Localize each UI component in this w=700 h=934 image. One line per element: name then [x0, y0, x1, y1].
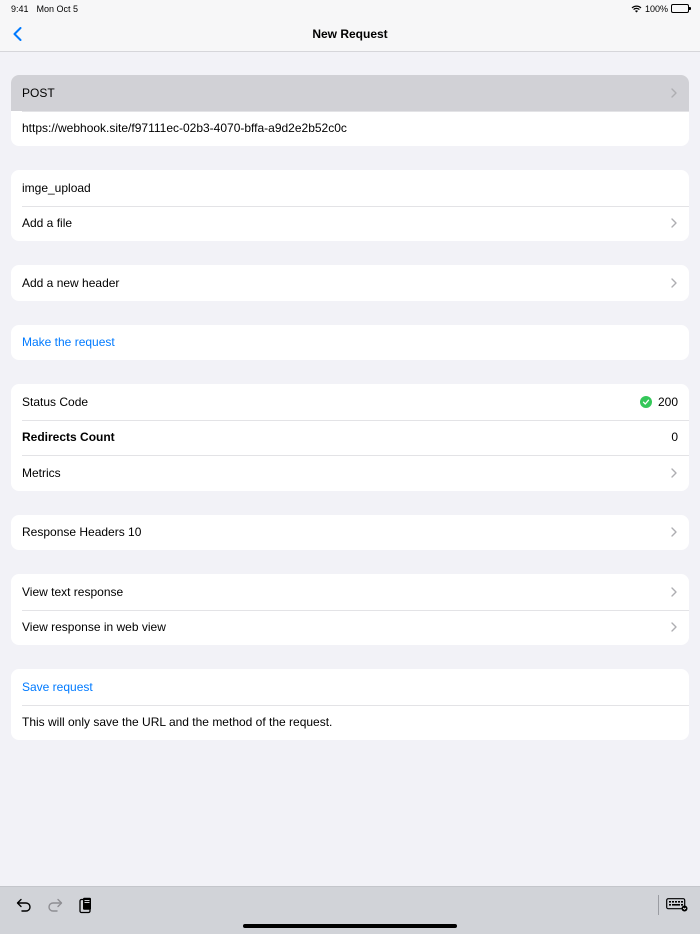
redirects-row: Redirects Count 0: [11, 419, 689, 456]
save-note: This will only save the URL and the meth…: [22, 715, 333, 730]
make-request-label: Make the request: [22, 335, 115, 350]
save-request-label: Save request: [22, 679, 93, 694]
chevron-right-icon: [671, 218, 677, 228]
save-note-row: This will only save the URL and the meth…: [11, 704, 689, 741]
save-request-button[interactable]: Save request: [11, 669, 689, 705]
navigation-bar: New Request: [0, 17, 700, 52]
add-file-label: Add a file: [22, 216, 73, 231]
request-group: POST https://webhook.site/f97111ec-02b3-…: [11, 75, 689, 146]
make-request-button[interactable]: Make the request: [11, 325, 689, 361]
chevron-left-icon: [13, 27, 21, 41]
chevron-right-icon: [671, 278, 677, 288]
undo-icon: [16, 898, 31, 912]
redirects-value: 0: [671, 430, 678, 445]
add-header-row[interactable]: Add a new header: [11, 265, 689, 301]
view-text-response-label: View text response: [22, 584, 124, 599]
response-headers-group: Response Headers 10: [11, 514, 689, 551]
response-headers-label: Response Headers 10: [22, 525, 142, 540]
keyboard-icon: [666, 898, 688, 912]
chevron-right-icon: [671, 587, 677, 597]
metrics-row[interactable]: Metrics: [11, 455, 689, 491]
chevron-right-icon: [671, 622, 677, 632]
status-right: 100%: [631, 3, 691, 14]
status-code-row: Status Code 200: [11, 384, 689, 420]
views-group: View text response View response in web …: [11, 574, 689, 645]
chevron-right-icon: [671, 527, 677, 537]
url-value: https://webhook.site/f97111ec-02b3-4070-…: [22, 121, 347, 136]
status-bar: 9:41 Mon Oct 5 100%: [0, 0, 700, 17]
save-group: Save request This will only save the URL…: [11, 669, 689, 740]
checkmark-circle-icon: [639, 395, 652, 408]
response-headers-row[interactable]: Response Headers 10: [11, 515, 689, 551]
status-code-label: Status Code: [22, 394, 89, 409]
add-header-label: Add a new header: [22, 275, 120, 290]
view-web-view-row[interactable]: View response in web view: [11, 609, 689, 646]
undo-button[interactable]: [14, 895, 34, 915]
home-indicator: [243, 924, 457, 928]
view-web-view-label: View response in web view: [22, 620, 166, 635]
redirects-label: Redirects Count: [22, 430, 115, 445]
redo-icon: [48, 898, 63, 912]
file-group: imge_upload Add a file: [11, 170, 689, 241]
page-title: New Request: [312, 27, 388, 41]
file-name-value: imge_upload: [22, 180, 91, 195]
form-content: POST https://webhook.site/f97111ec-02b3-…: [11, 75, 689, 764]
toolbar-separator: [658, 895, 659, 915]
battery-percent: 100%: [644, 3, 668, 14]
url-field[interactable]: https://webhook.site/f97111ec-02b3-4070-…: [11, 110, 689, 147]
battery-icon: [671, 4, 691, 13]
file-name-field[interactable]: imge_upload: [11, 170, 689, 206]
chevron-right-icon: [671, 88, 677, 98]
add-file-row[interactable]: Add a file: [11, 205, 689, 242]
redo-button[interactable]: [45, 895, 65, 915]
hide-keyboard-button[interactable]: [665, 895, 689, 915]
metrics-label: Metrics: [22, 465, 61, 480]
clipboard-icon: [79, 897, 91, 913]
view-text-response-row[interactable]: View text response: [11, 574, 689, 610]
wifi-icon: [631, 5, 642, 12]
status-time: 9:41: [11, 3, 29, 14]
chevron-right-icon: [671, 468, 677, 478]
paste-button[interactable]: [76, 895, 96, 915]
status-code-value: 200: [657, 394, 678, 409]
result-group: Status Code 200 Redirects Count 0 Metric…: [11, 384, 689, 491]
method-row[interactable]: POST: [11, 75, 689, 111]
method-label: POST: [22, 85, 55, 100]
headers-group: Add a new header: [11, 265, 689, 301]
action-group: Make the request: [11, 324, 689, 361]
status-date: Mon Oct 5: [36, 3, 79, 14]
status-code-value-wrap: 200: [639, 394, 678, 409]
back-button[interactable]: [6, 23, 28, 45]
